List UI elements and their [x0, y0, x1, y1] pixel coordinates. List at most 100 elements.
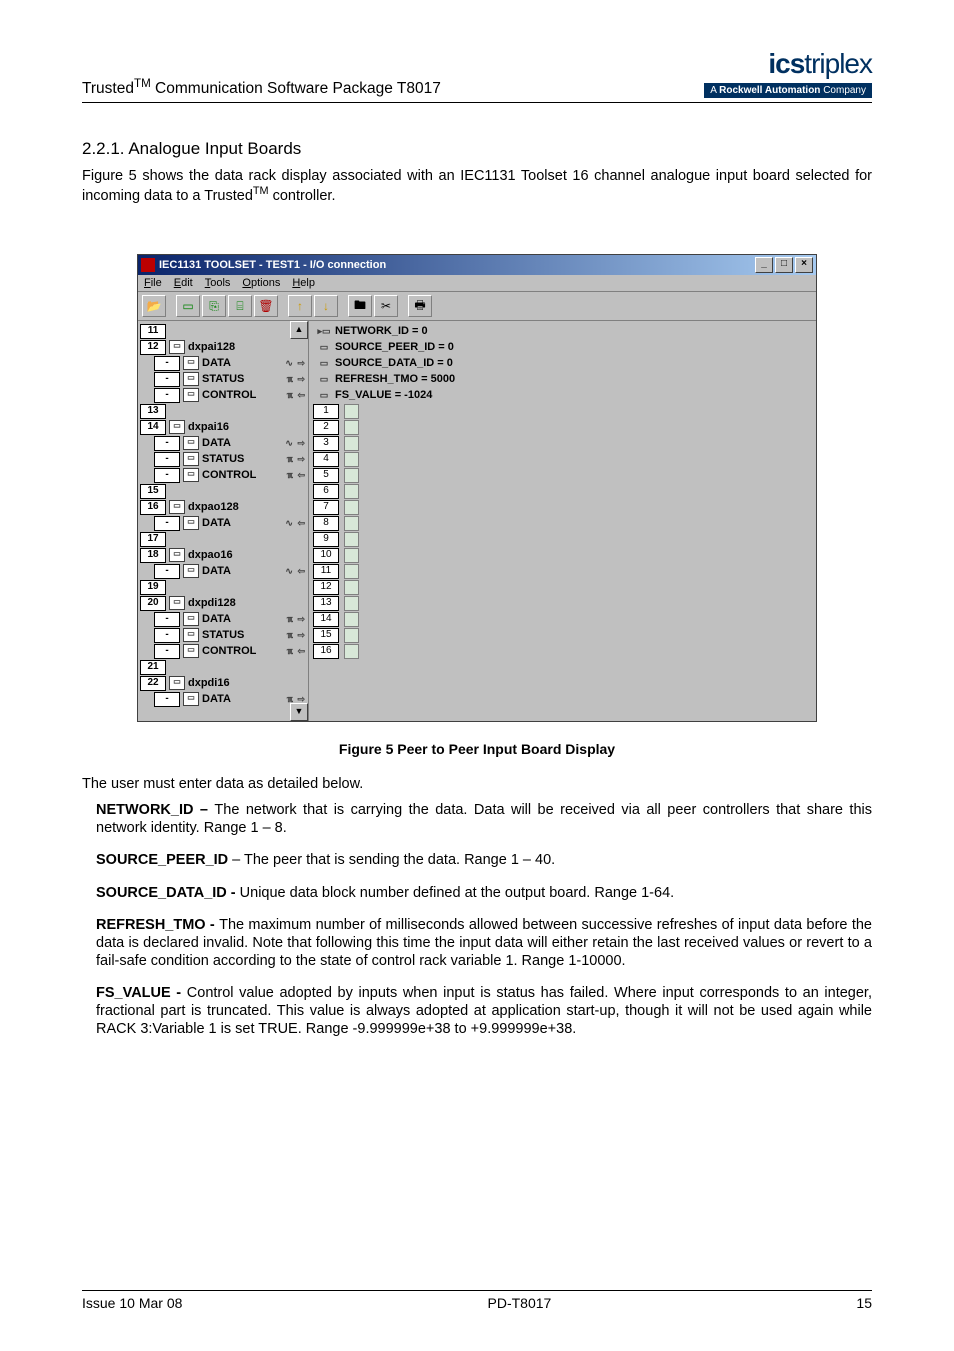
scroll-up-button[interactable]: ▲: [290, 321, 308, 339]
channel-row[interactable]: 13: [313, 595, 812, 611]
slot-box: 21: [140, 660, 166, 675]
tree-row[interactable]: -▭CONTROLℼ ⇦: [140, 387, 306, 403]
channel-number: 8: [313, 516, 339, 531]
tool-copy-icon[interactable]: ⎘: [202, 295, 226, 317]
tree-row[interactable]: -▭DATA∿ ⇨: [140, 355, 306, 371]
tree-row[interactable]: 15: [140, 483, 306, 499]
param-row[interactable]: ▸▭NETWORK_ID = 0: [313, 323, 812, 339]
slot-box: 18: [140, 548, 166, 563]
param-row[interactable]: ▭REFRESH_TMO = 5000: [313, 371, 812, 387]
maximize-button[interactable]: □: [775, 257, 793, 273]
tree-row[interactable]: -▭DATAℼ ⇨: [140, 691, 306, 707]
tool-down-icon[interactable]: ↓: [314, 295, 338, 317]
channel-row[interactable]: 7: [313, 499, 812, 515]
tree-row[interactable]: 12▭dxpai128: [140, 339, 306, 355]
slot-box: -: [154, 372, 180, 387]
slot-box: 11: [140, 324, 166, 339]
tree-row[interactable]: -▭DATA∿ ⇨: [140, 435, 306, 451]
channel-row[interactable]: 8: [313, 515, 812, 531]
param-row[interactable]: ▭SOURCE_PEER_ID = 0: [313, 339, 812, 355]
menu-edit[interactable]: Edit: [174, 277, 193, 289]
signal-icon: ℼ ⇨: [287, 374, 306, 385]
doc-title: TrustedTM Communication Software Package…: [82, 77, 441, 98]
param-row[interactable]: ▭SOURCE_DATA_ID = 0: [313, 355, 812, 371]
channel-row[interactable]: 3: [313, 435, 812, 451]
tree-row[interactable]: 22▭dxpdi16: [140, 675, 306, 691]
channel-number: 13: [313, 596, 339, 611]
tree-label: DATA: [202, 693, 287, 705]
tool-print-icon[interactable]: 🖶: [408, 295, 432, 317]
menu-options[interactable]: Options: [242, 277, 280, 289]
channel-row[interactable]: 15: [313, 627, 812, 643]
tree-row[interactable]: -▭STATUSℼ ⇨: [140, 451, 306, 467]
close-button[interactable]: ×: [795, 257, 813, 273]
tree-row[interactable]: 21: [140, 659, 306, 675]
tree-row[interactable]: -▭CONTROLℼ ⇦: [140, 467, 306, 483]
board-icon: ▭: [183, 436, 199, 450]
tool-up-icon[interactable]: ↑: [288, 295, 312, 317]
channel-row[interactable]: 2: [313, 419, 812, 435]
tree-row[interactable]: 11: [140, 323, 306, 339]
channel-row[interactable]: 16: [313, 643, 812, 659]
tree-row[interactable]: 18▭dxpao16: [140, 547, 306, 563]
tree-label: dxpai16: [188, 421, 306, 433]
tree-row[interactable]: -▭STATUSℼ ⇨: [140, 627, 306, 643]
channel-row[interactable]: 9: [313, 531, 812, 547]
menubar: File Edit Tools Options Help: [138, 275, 816, 292]
footer-left: Issue 10 Mar 08: [82, 1295, 182, 1311]
channel-row[interactable]: 12: [313, 579, 812, 595]
titlebar[interactable]: IEC1131 TOOLSET - TEST1 - I/O connection…: [138, 255, 816, 275]
channel-row[interactable]: 5: [313, 467, 812, 483]
tool-cut-icon[interactable]: ✂: [374, 295, 398, 317]
board-icon: ▭: [183, 388, 199, 402]
tool-board-icon[interactable]: ⌸: [228, 295, 252, 317]
slot-box: -: [154, 564, 180, 579]
tree-label: dxpdi128: [188, 597, 306, 609]
menu-help[interactable]: Help: [292, 277, 315, 289]
channel-led-icon: [344, 436, 359, 451]
channel-row[interactable]: 10: [313, 547, 812, 563]
param-icon: ▭: [313, 358, 335, 369]
footer-center: PD-T8017: [488, 1295, 552, 1311]
channel-led-icon: [344, 580, 359, 595]
channel-row[interactable]: 4: [313, 451, 812, 467]
tree-row[interactable]: 13: [140, 403, 306, 419]
slot-box: 19: [140, 580, 166, 595]
menu-tools[interactable]: Tools: [205, 277, 231, 289]
tree-row[interactable]: 19: [140, 579, 306, 595]
channel-row[interactable]: 1: [313, 403, 812, 419]
tool-delete-icon[interactable]: 🗑: [254, 295, 278, 317]
channel-row[interactable]: 11: [313, 563, 812, 579]
tree-row[interactable]: -▭DATA∿ ⇦: [140, 563, 306, 579]
tree-row[interactable]: -▭STATUSℼ ⇨: [140, 371, 306, 387]
channel-number: 4: [313, 452, 339, 467]
tree-row[interactable]: -▭DATA∿ ⇦: [140, 515, 306, 531]
scroll-down-button[interactable]: ▼: [290, 703, 308, 721]
tree-row[interactable]: -▭CONTROLℼ ⇦: [140, 643, 306, 659]
board-icon: ▭: [183, 692, 199, 706]
tree-row[interactable]: 16▭dxpao128: [140, 499, 306, 515]
tree-row[interactable]: 17: [140, 531, 306, 547]
definition-key: SOURCE_PEER_ID: [96, 852, 228, 868]
minimize-button[interactable]: _: [755, 257, 773, 273]
detail-pane: ▸▭NETWORK_ID = 0▭SOURCE_PEER_ID = 0▭SOUR…: [309, 321, 816, 721]
channel-number: 14: [313, 612, 339, 627]
channel-led-icon: [344, 532, 359, 547]
param-icon: ▭: [313, 342, 335, 353]
tool-slot-icon[interactable]: ▭: [176, 295, 200, 317]
signal-icon: ℼ ⇦: [287, 646, 306, 657]
channel-row[interactable]: 14: [313, 611, 812, 627]
menu-file[interactable]: File: [144, 277, 162, 289]
param-text: REFRESH_TMO = 5000: [335, 373, 455, 385]
tree-row[interactable]: -▭DATAℼ ⇨: [140, 611, 306, 627]
slot-box: 16: [140, 500, 166, 515]
tree-row[interactable]: 14▭dxpai16: [140, 419, 306, 435]
logo: icstriplex A Rockwell Automation Company: [704, 48, 872, 98]
channel-row[interactable]: 6: [313, 483, 812, 499]
tool-open-icon[interactable]: 📂: [142, 295, 166, 317]
param-row[interactable]: ▭FS_VALUE = -1024: [313, 387, 812, 403]
tree-label: DATA: [202, 357, 285, 369]
tree-row[interactable]: 20▭dxpdi128: [140, 595, 306, 611]
tool-tree-icon[interactable]: 🖿: [348, 295, 372, 317]
board-icon: ▭: [183, 372, 199, 386]
